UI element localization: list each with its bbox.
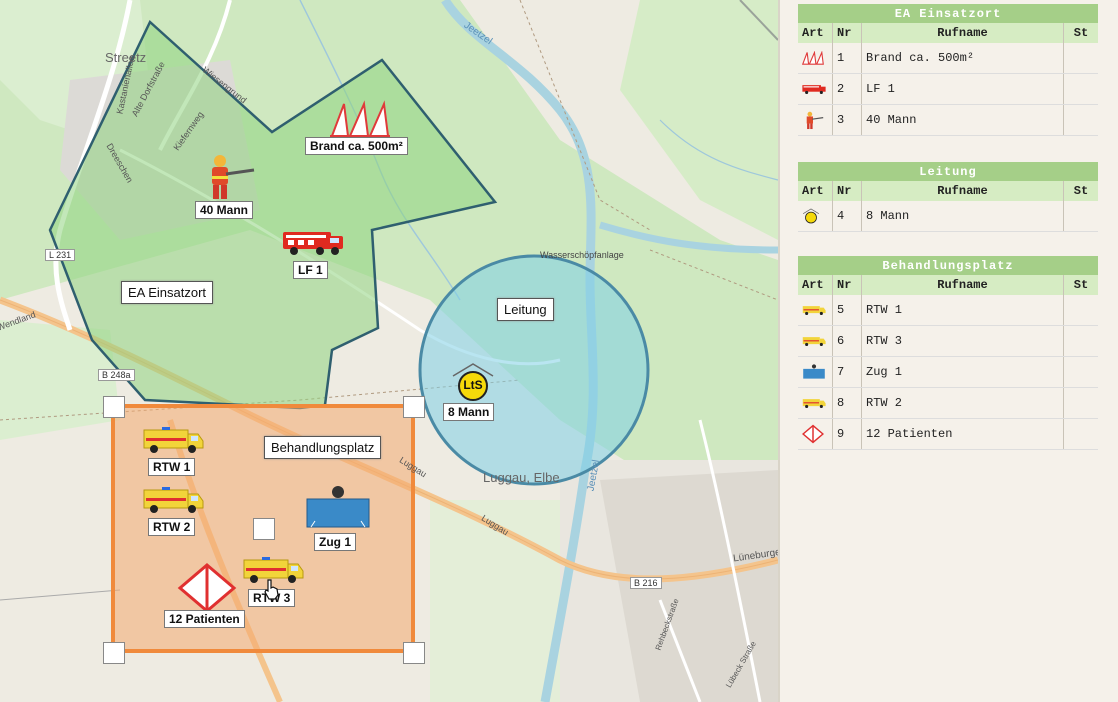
- row-rufname: RTW 1: [861, 295, 1064, 326]
- resize-handle-bottom-left[interactable]: [103, 642, 125, 664]
- command-icon[interactable]: LtS: [450, 362, 496, 402]
- table-row[interactable]: 4 8 Mann: [798, 201, 1098, 232]
- row-status: [1063, 387, 1098, 419]
- ambulance-icon: [802, 398, 826, 408]
- col-header-st: St: [1063, 275, 1098, 295]
- command-icon: [802, 208, 820, 224]
- table-row[interactable]: 6 RTW 3: [798, 325, 1098, 357]
- unit-label-12-patienten[interactable]: 12 Patienten: [164, 610, 245, 628]
- row-nr: 4: [832, 201, 862, 232]
- row-rufname: Zug 1: [861, 356, 1064, 388]
- col-header-art: Art: [798, 275, 833, 295]
- ambulance-icon[interactable]: [142, 426, 204, 454]
- road-tag-b248a: B 248a: [98, 369, 135, 381]
- place-label-luggau: Luggau, Elbe: [483, 470, 560, 485]
- row-nr: 2: [832, 73, 862, 105]
- row-status: [1063, 73, 1098, 105]
- patient-icon[interactable]: [177, 563, 237, 613]
- move-handle-center[interactable]: [253, 518, 275, 540]
- section-table-einsatzort: EA Einsatzort Art Nr Rufname St 1 Brand …: [798, 4, 1098, 136]
- col-header-nr: Nr: [832, 181, 862, 201]
- row-nr: 7: [832, 356, 862, 388]
- row-rufname: RTW 2: [861, 387, 1064, 419]
- row-rufname: 12 Patienten: [861, 418, 1064, 450]
- zone-label-einsatzort[interactable]: EA Einsatzort: [121, 281, 214, 304]
- section-table-behandlungsplatz: Behandlungsplatz Art Nr Rufname St 5 RTW…: [798, 256, 1098, 450]
- ambulance-icon: [802, 305, 826, 315]
- unit-label-8-mann[interactable]: 8 Mann: [443, 403, 495, 421]
- unit-label-brand[interactable]: Brand ca. 500m²: [305, 137, 408, 155]
- place-label-wasserschoepfanlage: Wasserschöpfanlage: [540, 250, 624, 260]
- zone-label-leitung[interactable]: Leitung: [497, 298, 554, 321]
- unit-label-rtw1[interactable]: RTW 1: [148, 458, 196, 476]
- section-title: EA Einsatzort: [798, 4, 1098, 23]
- row-rufname: RTW 3: [861, 325, 1064, 357]
- row-status: [1063, 356, 1098, 388]
- table-row[interactable]: 2 LF 1: [798, 73, 1098, 105]
- unit-label-lf1[interactable]: LF 1: [293, 261, 328, 279]
- zone-label-behandlungsplatz[interactable]: Behandlungsplatz: [264, 436, 382, 459]
- col-header-rufname: Rufname: [861, 23, 1064, 43]
- section-title: Leitung: [798, 162, 1098, 181]
- col-header-st: St: [1063, 181, 1098, 201]
- firefighter-icon: [806, 111, 824, 130]
- row-nr: 9: [832, 418, 862, 450]
- resize-handle-bottom-right[interactable]: [403, 642, 425, 664]
- table-row[interactable]: 9 12 Patienten: [798, 418, 1098, 450]
- row-nr: 6: [832, 325, 862, 357]
- ambulance-icon: [802, 336, 826, 346]
- map-view[interactable]: Streetz Luggau, Elbe Wasserschöpfanlage …: [0, 0, 778, 702]
- col-header-art: Art: [798, 181, 833, 201]
- row-status: [1063, 104, 1098, 136]
- col-header-nr: Nr: [832, 275, 862, 295]
- row-status: [1063, 418, 1098, 450]
- row-status: [1063, 43, 1098, 74]
- col-header-st: St: [1063, 23, 1098, 43]
- road-tag-b216: B 216: [630, 577, 662, 589]
- table-row[interactable]: 3 40 Mann: [798, 104, 1098, 136]
- row-nr: 8: [832, 387, 862, 419]
- fire-icon[interactable]: [330, 100, 390, 138]
- table-row[interactable]: 8 RTW 2: [798, 387, 1098, 419]
- row-rufname: 40 Mann: [861, 104, 1064, 136]
- fire-icon: [802, 50, 824, 65]
- table-row[interactable]: 7 Zug 1: [798, 356, 1098, 388]
- section-title: Behandlungsplatz: [798, 256, 1098, 275]
- col-header-art: Art: [798, 23, 833, 43]
- unit-list-panel: EA Einsatzort Art Nr Rufname St 1 Brand …: [778, 0, 1118, 702]
- firefighter-icon[interactable]: [200, 152, 256, 200]
- row-status: [1063, 201, 1098, 232]
- col-header-nr: Nr: [832, 23, 862, 43]
- unit-label-zug1[interactable]: Zug 1: [314, 533, 356, 551]
- unit-label-rtw2[interactable]: RTW 2: [148, 518, 196, 536]
- ambulance-icon[interactable]: [142, 486, 204, 514]
- patient-icon: [802, 424, 824, 444]
- row-rufname: 8 Mann: [861, 201, 1064, 232]
- row-status: [1063, 295, 1098, 326]
- fire-truck-icon[interactable]: [282, 228, 344, 256]
- road-tag-l231: L 231: [45, 249, 76, 261]
- unit-icon[interactable]: [305, 485, 371, 531]
- row-rufname: LF 1: [861, 73, 1064, 105]
- row-rufname: Brand ca. 500m²: [861, 43, 1064, 74]
- command-icon-text: LtS: [463, 378, 483, 392]
- col-header-rufname: Rufname: [861, 181, 1064, 201]
- resize-handle-top-left[interactable]: [103, 396, 125, 418]
- row-nr: 5: [832, 295, 862, 326]
- unit-label-40-mann[interactable]: 40 Mann: [195, 201, 254, 219]
- fire-truck-icon: [802, 84, 826, 94]
- table-row[interactable]: 1 Brand ca. 500m²: [798, 43, 1098, 74]
- row-nr: 3: [832, 104, 862, 136]
- hand-cursor-icon: [264, 579, 279, 600]
- section-table-leitung: Leitung Art Nr Rufname St 4 8 Mann: [798, 162, 1098, 232]
- col-header-rufname: Rufname: [861, 275, 1064, 295]
- row-nr: 1: [832, 43, 862, 74]
- row-status: [1063, 325, 1098, 357]
- unit-icon: [803, 364, 825, 379]
- resize-handle-top-right[interactable]: [403, 396, 425, 418]
- table-row[interactable]: 5 RTW 1: [798, 295, 1098, 326]
